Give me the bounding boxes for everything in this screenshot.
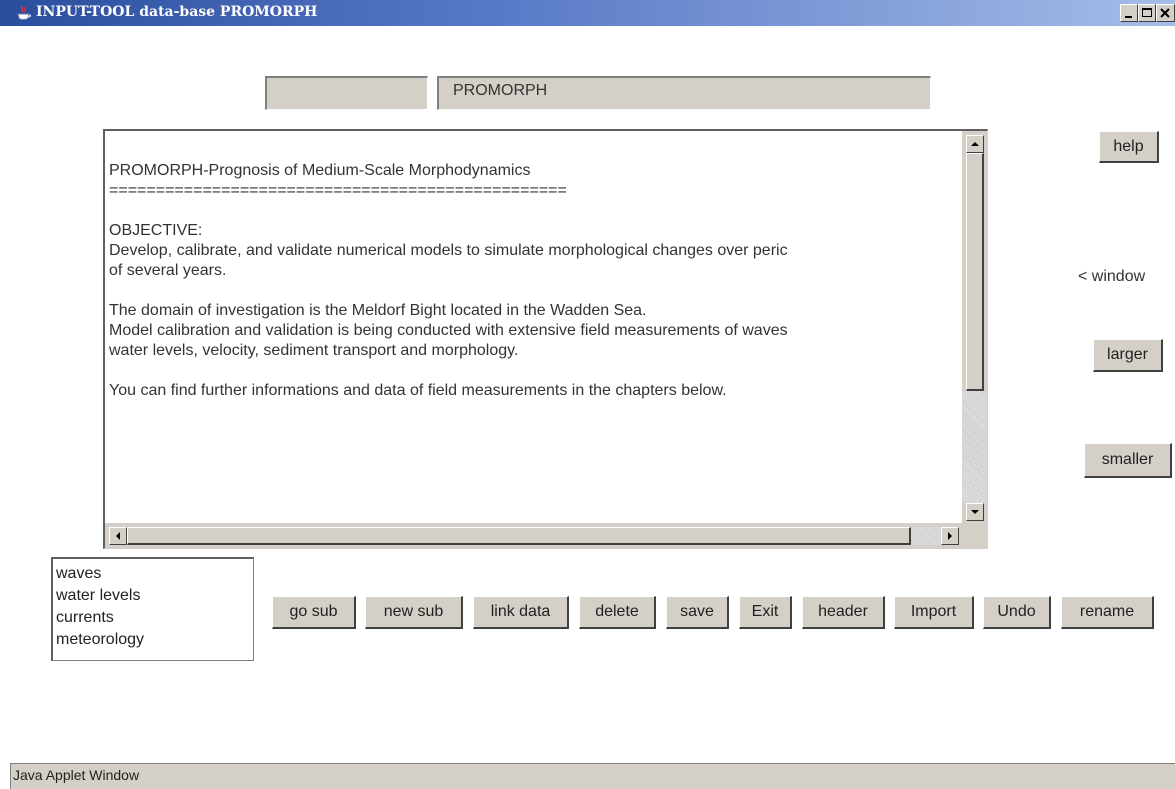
window-title: INPUT-TOOL data-base PROMORPH bbox=[36, 4, 318, 20]
maximize-icon bbox=[1142, 8, 1152, 17]
window-frame bbox=[0, 26, 10, 789]
close-button[interactable] bbox=[1156, 4, 1175, 22]
window-size-label: < window bbox=[1078, 268, 1146, 285]
scroll-up-button[interactable] bbox=[966, 135, 984, 153]
text-line: PROMORPH-Prognosis of Medium-Scale Morph… bbox=[109, 162, 531, 179]
text-line bbox=[109, 361, 964, 381]
text-line: water levels, velocity, sediment transpo… bbox=[109, 342, 519, 359]
id-field[interactable] bbox=[265, 76, 428, 110]
vertical-scroll-track[interactable] bbox=[962, 391, 987, 503]
list-item[interactable]: currents bbox=[56, 607, 253, 629]
text-line: The domain of investigation is the Meldo… bbox=[109, 302, 647, 319]
text-line bbox=[109, 281, 964, 301]
text-line: ========================================… bbox=[109, 182, 567, 199]
minimize-button[interactable] bbox=[1120, 4, 1138, 22]
description-text[interactable]: PROMORPH-Prognosis of Medium-Scale Morph… bbox=[109, 161, 964, 521]
arrow-left-icon bbox=[116, 532, 120, 540]
text-line bbox=[109, 201, 964, 221]
header-button[interactable]: header bbox=[802, 596, 885, 629]
link-data-button[interactable]: link data bbox=[473, 596, 569, 629]
text-line: Model calibration and validation is bein… bbox=[109, 322, 788, 339]
close-icon bbox=[1160, 8, 1170, 18]
list-item[interactable]: waves bbox=[56, 563, 253, 585]
text-line: OBJECTIVE: bbox=[109, 222, 203, 239]
minimize-icon bbox=[1125, 16, 1132, 18]
text-line: You can find further informations and da… bbox=[109, 382, 727, 399]
go-sub-button[interactable]: go sub bbox=[272, 596, 356, 629]
arrow-up-icon bbox=[971, 142, 979, 146]
horizontal-scrollbar[interactable] bbox=[105, 523, 962, 548]
delete-button[interactable]: delete bbox=[579, 596, 656, 629]
chapter-list[interactable]: waves water levels currents meteorology bbox=[51, 557, 254, 661]
scroll-down-button[interactable] bbox=[966, 503, 984, 521]
maximize-button[interactable] bbox=[1138, 4, 1156, 22]
help-button[interactable]: help bbox=[1099, 131, 1159, 163]
description-textarea[interactable]: PROMORPH-Prognosis of Medium-Scale Morph… bbox=[103, 129, 988, 549]
text-line: of several years. bbox=[109, 262, 227, 279]
title-bar: INPUT-TOOL data-base PROMORPH bbox=[0, 0, 1175, 26]
name-field[interactable]: PROMORPH bbox=[437, 76, 931, 110]
scroll-corner bbox=[962, 523, 987, 548]
vertical-scrollbar[interactable] bbox=[962, 131, 987, 523]
arrow-right-icon bbox=[948, 532, 952, 540]
list-item[interactable]: meteorology bbox=[56, 629, 253, 651]
scroll-left-button[interactable] bbox=[109, 527, 127, 545]
arrow-down-icon bbox=[971, 510, 979, 514]
list-item[interactable]: water levels bbox=[56, 585, 253, 607]
horizontal-scroll-track[interactable] bbox=[911, 527, 941, 545]
smaller-button[interactable]: smaller bbox=[1084, 443, 1172, 478]
exit-button[interactable]: Exit bbox=[739, 596, 792, 629]
new-sub-button[interactable]: new sub bbox=[365, 596, 463, 629]
status-bar: Java Applet Window bbox=[10, 763, 1175, 789]
text-line: Develop, calibrate, and validate numeric… bbox=[109, 242, 788, 259]
horizontal-scroll-thumb[interactable] bbox=[127, 527, 911, 545]
undo-button[interactable]: Undo bbox=[983, 596, 1051, 629]
save-button[interactable]: save bbox=[666, 596, 729, 629]
rename-button[interactable]: rename bbox=[1061, 596, 1154, 629]
java-coffee-icon bbox=[17, 5, 31, 20]
import-button[interactable]: Import bbox=[894, 596, 974, 629]
vertical-scroll-thumb[interactable] bbox=[966, 153, 984, 391]
scroll-right-button[interactable] bbox=[941, 527, 959, 545]
larger-button[interactable]: larger bbox=[1093, 339, 1163, 372]
